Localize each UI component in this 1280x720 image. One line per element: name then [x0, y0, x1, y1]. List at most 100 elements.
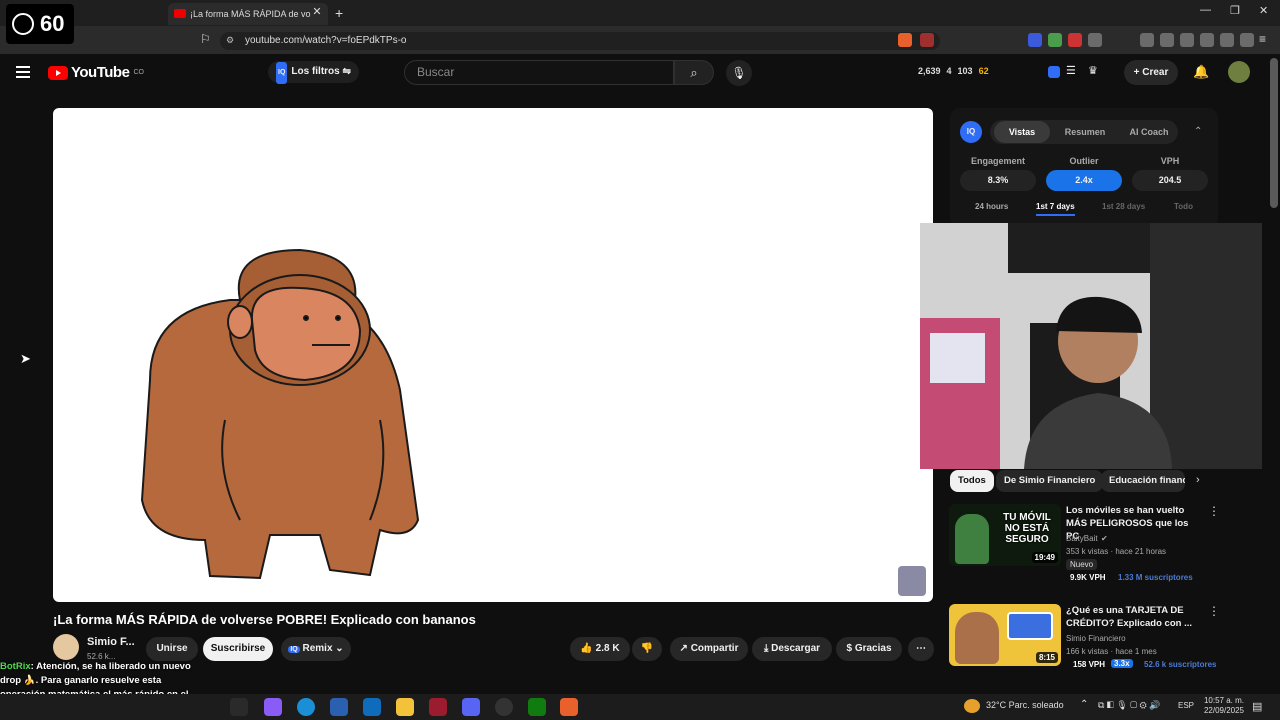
tab-resumen[interactable]: Resumen [1058, 121, 1112, 143]
recommendation-thumbnail[interactable]: 8:15 [949, 604, 1061, 666]
metric-label-vph: VPH [1160, 156, 1180, 166]
dislike-button[interactable]: 👎 [632, 637, 662, 661]
notifications-icon[interactable]: ▤ [1252, 700, 1262, 713]
more-actions-icon[interactable]: ⋯ [908, 637, 934, 661]
download-button[interactable]: ⤓ Descargar [752, 637, 832, 661]
mouse-cursor-icon: ➤ [20, 351, 31, 366]
vpn-icon[interactable] [1240, 33, 1254, 47]
recommendation-subs: 52.6 k suscriptores [1144, 660, 1217, 669]
bookmark-icon[interactable]: ⚐ [200, 32, 211, 46]
recommendation-subs: 1.33 M suscriptores [1118, 573, 1193, 582]
remix-label: Remix [302, 643, 333, 654]
obs-icon[interactable] [495, 698, 513, 716]
sidebar-icon[interactable] [1180, 33, 1194, 47]
notifications-bell-icon[interactable]: 🔔 [1193, 64, 1209, 80]
user-avatar[interactable] [1228, 61, 1250, 83]
join-button[interactable]: Unirse [146, 637, 198, 661]
create-button[interactable]: + Crear [1124, 60, 1178, 85]
viewers-icon [12, 13, 34, 35]
system-clock[interactable]: 10:57 a. m. 22/09/2025 [1200, 696, 1244, 716]
metric-value-vph[interactable]: 204.5 [1132, 170, 1208, 191]
site-info-icon[interactable]: ⚙ [226, 35, 234, 46]
brave-shield-icon[interactable] [898, 33, 912, 47]
edge-icon[interactable] [297, 698, 315, 716]
like-button[interactable]: 👍 2.8 K [570, 637, 630, 661]
close-window-icon[interactable]: ✕ [1259, 4, 1268, 17]
restore-icon[interactable]: ❐ [1230, 4, 1240, 17]
new-tab-icon[interactable]: + [335, 5, 343, 21]
more-options-icon[interactable]: ⋮ [1208, 604, 1220, 618]
thanks-button[interactable]: $ Gracias [836, 637, 902, 661]
chip-channel[interactable]: De Simio Financiero [996, 470, 1104, 492]
tab-close-icon[interactable]: ✕ [310, 5, 324, 19]
share-button[interactable]: ↗ Compartir [670, 637, 748, 661]
webcam-feed [920, 223, 1262, 469]
hamburger-menu-icon[interactable] [16, 66, 30, 78]
metric-value-engagement[interactable]: 8.3% [960, 170, 1036, 191]
extension-icon[interactable] [1048, 33, 1062, 47]
browser-tab[interactable]: ¡La forma MÁS RÁPIDA de vo [168, 3, 328, 25]
tab-vistas[interactable]: Vistas [994, 121, 1050, 143]
language-indicator[interactable]: ESP [1178, 701, 1194, 710]
range-24-hours[interactable]: 24 hours [975, 202, 1008, 211]
chip-finance[interactable]: Educación financ [1101, 470, 1185, 492]
extension-icon[interactable] [1028, 33, 1042, 47]
collapse-chevron-icon[interactable]: ⌃ [1194, 126, 1202, 137]
tab-ai-coach[interactable]: AI Coach [1120, 121, 1178, 143]
extensions-puzzle-icon[interactable] [1088, 33, 1102, 47]
youtube-play-icon [48, 65, 68, 80]
channel-watermark[interactable] [898, 566, 926, 596]
vidiq-icon[interactable] [1048, 66, 1060, 78]
wallet-icon[interactable] [1200, 33, 1214, 47]
search-input[interactable]: Buscar [404, 60, 674, 85]
extension-icon[interactable] [1068, 33, 1082, 47]
task-view-icon[interactable] [230, 698, 248, 716]
like-count: 2.8 K [595, 643, 620, 654]
range-7-days[interactable]: 1st 7 days [1036, 202, 1075, 216]
recommendation-channel[interactable]: BaityBait [1066, 534, 1098, 543]
media-icon[interactable] [1160, 33, 1174, 47]
outlook-icon[interactable] [363, 698, 381, 716]
recommendation-thumbnail[interactable]: TU MÓVIL NO ESTÁ SEGURO 19:49 [949, 504, 1061, 566]
thanks-label: Gracias [854, 643, 892, 654]
search-button[interactable]: ⌕ [674, 60, 714, 85]
remix-button[interactable]: IQ Remix ⌄ [281, 637, 351, 661]
brave-icon[interactable] [560, 698, 578, 716]
video-player[interactable] [53, 108, 933, 602]
recommendation-title[interactable]: ¿Qué es una TARJETA DE CRÉDITO? Explicad… [1066, 604, 1202, 630]
tray-arrow-icon[interactable]: ⌃ [1080, 699, 1088, 710]
weather-text[interactable]: 32°C Parc. soleado [986, 700, 1064, 710]
xbox-icon[interactable] [528, 698, 546, 716]
minimize-icon[interactable]: — [1200, 4, 1211, 16]
channel-name[interactable]: Simio F... [87, 636, 135, 648]
discord-icon[interactable] [462, 698, 480, 716]
chip-all[interactable]: Todos [950, 470, 994, 492]
filters-button[interactable]: IQ Los filtros ⇋ [268, 61, 359, 84]
youtube-logo[interactable]: YouTube CO [48, 64, 144, 81]
recommendation-vph: 9.9K VPH [1070, 573, 1106, 582]
more-options-icon[interactable]: ⋮ [1208, 504, 1220, 518]
brave-rewards-icon[interactable] [920, 33, 934, 47]
list-icon[interactable]: ☰ [1066, 64, 1076, 77]
voice-search-button[interactable]: 🎙 [726, 60, 752, 86]
stat-a: 4 [946, 66, 952, 76]
browser-menu-icon[interactable]: ≡ [1259, 32, 1266, 46]
store-icon[interactable] [330, 698, 348, 716]
downloads-icon[interactable] [1140, 33, 1154, 47]
leo-icon[interactable] [1220, 33, 1234, 47]
range-28-days[interactable]: 1st 28 days [1102, 202, 1145, 211]
tray-icons[interactable]: ⧉ ◧ 🎙 ▢ ⚙ 🔊 [1098, 700, 1161, 711]
copilot-icon[interactable] [264, 698, 282, 716]
recommendation-channel[interactable]: Simio Financiero [1066, 634, 1126, 643]
metric-value-outlier[interactable]: 2.4x [1046, 170, 1122, 191]
url-bar[interactable]: youtube.com/watch?v=foEPdkTPs-o [220, 32, 940, 50]
channel-avatar[interactable] [53, 634, 79, 660]
valorant-icon[interactable] [429, 698, 447, 716]
thumbs-down-icon: 👎 [640, 643, 654, 654]
subscribe-button[interactable]: Suscribirse [203, 637, 273, 661]
file-explorer-icon[interactable] [396, 698, 414, 716]
page-scrollbar[interactable] [1270, 58, 1278, 208]
range-all[interactable]: Todo [1174, 202, 1193, 211]
trophy-icon[interactable]: ♛ [1088, 64, 1098, 77]
chevron-right-icon[interactable]: › [1196, 474, 1200, 486]
